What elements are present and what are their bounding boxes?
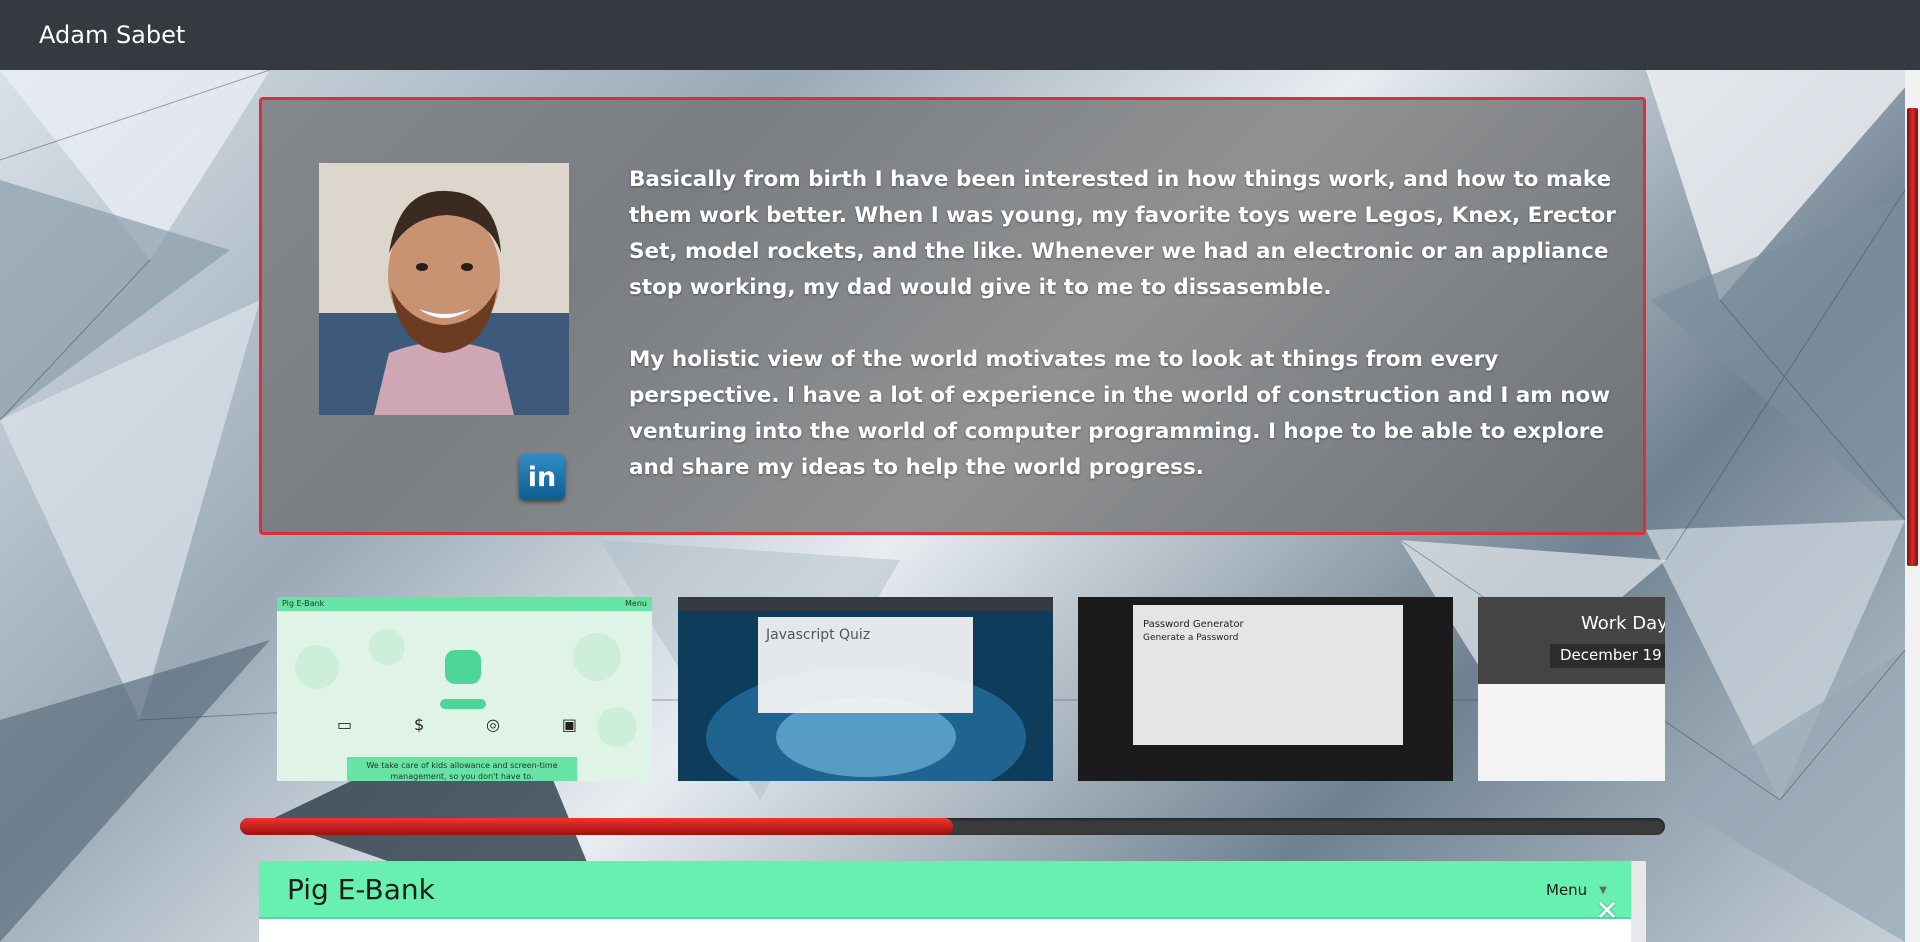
card-title: Javascript Quiz (766, 627, 871, 643)
project-card-password-generator[interactable]: Password Generator Generate a Password (1078, 597, 1453, 781)
card-title: Password Generator (1143, 619, 1244, 630)
page-scrollbar-thumb[interactable] (1907, 108, 1918, 566)
quiz-panel: Javascript Quiz (758, 617, 973, 713)
card-title: Work Day (1581, 613, 1665, 634)
preview-navbar: Pig E-Bank Menu ▼ ✕ (259, 861, 1631, 925)
monitor-icon: ▣ (561, 715, 577, 734)
preview-title[interactable]: Pig E-Bank (287, 873, 435, 906)
preview-body (259, 919, 1631, 942)
card-subtitle: Generate a Password (1143, 633, 1239, 643)
preview-scrollbar[interactable] (1631, 861, 1646, 942)
profile-photo (319, 163, 569, 415)
about-paragraph-2: My holistic view of the world motivates … (629, 347, 1611, 480)
project-preview: Pig E-Bank Menu ▼ ✕ (259, 861, 1646, 942)
about-card: in Basically from birth I have been inte… (259, 97, 1646, 535)
about-text: Basically from birth I have been interes… (629, 162, 1629, 486)
preview-menu-label: Menu (1546, 881, 1588, 899)
brand-name[interactable]: Adam Sabet (39, 21, 185, 49)
card-header: Work Day December 19 (1478, 597, 1665, 684)
project-card-pig-e-bank[interactable]: Pig E-Bank Menu ▭ $ ◎ ▣ We take care of … (277, 597, 652, 781)
linkedin-icon[interactable]: in (519, 454, 565, 500)
wallet-icon: ▭ (337, 715, 353, 734)
carousel-progress-fill (240, 818, 953, 835)
gamepad-icon: ◎ (486, 715, 500, 734)
feature-icons: ▭ $ ◎ ▣ (337, 715, 577, 734)
about-paragraph-1: Basically from birth I have been interes… (629, 167, 1616, 300)
card-tagline: We take care of kids allowance and scree… (347, 757, 577, 781)
dollar-icon: $ (413, 715, 425, 734)
pig-e-bank-preview-art (295, 629, 637, 747)
carousel-progress-bar[interactable] (240, 818, 1665, 835)
top-navbar: Adam Sabet (0, 0, 1920, 70)
password-panel: Password Generator Generate a Password (1133, 605, 1403, 745)
project-card-work-day[interactable]: Work Day December 19 (1478, 597, 1665, 781)
card-date: December 19 (1550, 644, 1665, 668)
project-carousel[interactable]: Pig E-Bank Menu ▭ $ ◎ ▣ We take care of … (277, 597, 1665, 782)
linkedin-label: in (527, 461, 557, 493)
project-card-javascript-quiz[interactable]: Javascript Quiz (678, 597, 1053, 781)
